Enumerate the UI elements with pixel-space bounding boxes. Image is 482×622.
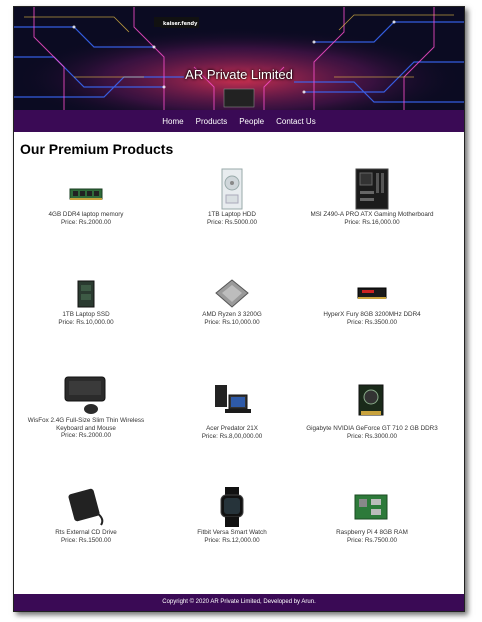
nav-item-home[interactable]: Home: [162, 117, 183, 126]
cd-drive-icon: [68, 488, 104, 526]
page-container: kaiser.fendy AR Private Limited Home Pro…: [13, 6, 465, 612]
ram-module-icon: [357, 287, 387, 299]
product-name: MSI Z490-A PRO ATX Gaming Motherboard: [310, 211, 434, 218]
raspberry-pi-icon: [354, 494, 388, 520]
product-price: Price: Rs.16,000.00: [344, 218, 400, 226]
product-name: Rts External CD Drive: [55, 529, 117, 536]
banner: kaiser.fendy AR Private Limited: [14, 7, 464, 110]
site-footer: Copyright © 2020 AR Private Limited, Dev…: [14, 594, 464, 611]
product-price: Price: Rs.10,000.00: [58, 318, 114, 326]
product-price: Price: Rs.10,000.00: [204, 318, 260, 326]
product-price: Price: Rs.12,000.00: [204, 536, 260, 544]
ram-stick-icon: [69, 188, 103, 200]
product-card[interactable]: 1TB Laptop SSD Price: Rs.10,000.00: [16, 277, 156, 326]
product-card[interactable]: 4GB DDR4 laptop memory Price: Rs.2000.00: [16, 179, 156, 226]
product-price: Price: Rs.3000.00: [346, 432, 398, 440]
product-name: 1TB Laptop SSD: [62, 311, 110, 318]
keyboard-icon: [64, 376, 106, 414]
ssd-icon: [77, 280, 95, 308]
product-name: 1TB Laptop HDD: [208, 211, 256, 218]
product-card[interactable]: WisFox 2.4G Full-Size Slim Thin Wireless…: [16, 373, 156, 440]
product-price: Price: Rs.3500.00: [346, 318, 398, 326]
product-price: Price: Rs.2000.00: [60, 432, 112, 439]
smartwatch-icon: [220, 487, 244, 527]
product-price: Price: Rs.2000.00: [60, 218, 112, 226]
product-card[interactable]: Raspberry Pi 4 8GB RAM Price: Rs.7500.00: [302, 485, 442, 544]
product-name: Gigabyte NVIDIA GeForce GT 710 2 GB DDR3: [306, 425, 438, 432]
nav-item-contact-us[interactable]: Contact Us: [276, 117, 316, 126]
hdd-icon: [221, 168, 243, 210]
product-name: AMD Ryzen 3 3200G: [202, 311, 262, 318]
graphics-card-icon: [358, 384, 384, 416]
product-card[interactable]: HyperX Fury 8GB 3200MHz DDR4 Price: Rs.3…: [302, 277, 442, 326]
product-name: HyperX Fury 8GB 3200MHz DDR4: [323, 311, 421, 318]
product-price: Price: Rs.7500.00: [346, 536, 398, 544]
product-price: Price: Rs.8,00,000.00: [201, 432, 263, 440]
page-heading: Our Premium Products: [20, 141, 174, 157]
product-name: Acer Predator 21X: [206, 425, 258, 432]
product-name: WisFox 2.4G Full-Size Slim Thin Wireless…: [27, 417, 145, 432]
product-card[interactable]: MSI Z490-A PRO ATX Gaming Motherboard Pr…: [302, 167, 442, 226]
site-title: AR Private Limited: [185, 67, 293, 82]
product-name: 4GB DDR4 laptop memory: [48, 211, 124, 218]
product-card[interactable]: 1TB Laptop HDD Price: Rs.5000.00: [162, 167, 302, 226]
product-card[interactable]: Acer Predator 21X Price: Rs.8,00,000.00: [162, 381, 302, 440]
product-card[interactable]: Rts External CD Drive Price: Rs.1500.00: [16, 485, 156, 544]
laptop-icon: [215, 385, 251, 413]
cpu-icon: [215, 279, 249, 308]
nav-item-products[interactable]: Products: [196, 117, 228, 126]
product-price: Price: Rs.1500.00: [60, 536, 112, 544]
product-card[interactable]: Fitbit Versa Smart Watch Price: Rs.12,00…: [162, 485, 302, 544]
product-card[interactable]: AMD Ryzen 3 3200G Price: Rs.10,000.00: [162, 277, 302, 326]
nav-item-people[interactable]: People: [239, 117, 264, 126]
product-name: Raspberry Pi 4 8GB RAM: [336, 529, 408, 536]
product-card[interactable]: Gigabyte NVIDIA GeForce GT 710 2 GB DDR3…: [302, 381, 442, 440]
motherboard-icon: [355, 168, 389, 210]
product-price: Price: Rs.5000.00: [206, 218, 258, 226]
main-navbar: Home Products People Contact Us: [14, 110, 464, 132]
circuit-board-banner-image: [14, 7, 464, 110]
product-name: Fitbit Versa Smart Watch: [197, 529, 267, 536]
banner-chip-label: kaiser.fendy: [161, 20, 200, 28]
